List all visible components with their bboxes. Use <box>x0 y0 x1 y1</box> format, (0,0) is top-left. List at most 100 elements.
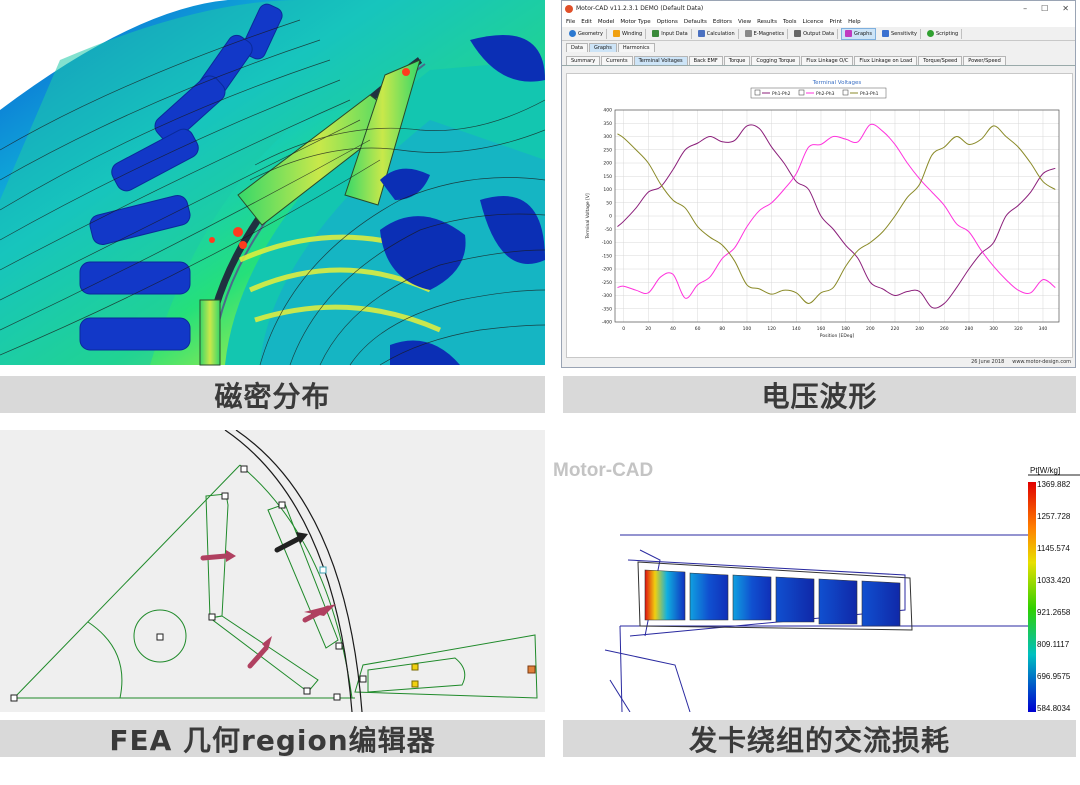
tab-power-speed[interactable]: Power/Speed <box>963 56 1006 65</box>
caption-fea-editor: FEA 几何region编辑器 <box>0 720 545 757</box>
tab-harmonics[interactable]: Harmonics <box>617 43 655 52</box>
menu-results[interactable]: Results <box>757 19 777 25</box>
x-tick-label: 220 <box>891 326 900 332</box>
y-tick-label: 50 <box>606 200 612 206</box>
colorbar-title: Pt[W/kg] <box>1030 466 1061 475</box>
legend-checkbox <box>798 89 805 96</box>
y-tick-label: 150 <box>603 174 612 180</box>
menu-tools[interactable]: Tools <box>783 19 797 25</box>
caption-voltage-waveform-text: 电压波形 <box>761 379 878 413</box>
toolbar-output-data-label: Output Data <box>803 30 835 37</box>
geometry-icon <box>569 30 576 37</box>
ac-loss-panel: Motor-CAD Pt[W/kg] 1369.882 1257.728 114… <box>550 430 1080 712</box>
calculation-icon <box>697 30 705 37</box>
x-tick-label: 340 <box>1039 326 1048 332</box>
x-tick-label: 160 <box>817 326 826 332</box>
caption-ac-loss-text: 发卡绕组的交流损耗 <box>688 723 950 757</box>
menu-help[interactable]: Help <box>848 19 861 25</box>
tab-torque-speed[interactable]: Torque/Speed <box>918 56 963 65</box>
tab-torque[interactable]: Torque <box>723 56 751 65</box>
toolbar-scripting-label: Scripting <box>936 30 959 37</box>
tab-flux-linkage-load[interactable]: Flux Linkage on Load <box>854 56 918 65</box>
series-line-ph1-ph2 <box>617 124 1056 309</box>
colorbar-label: 1033.420 <box>1037 576 1071 585</box>
output-data-icon <box>794 30 802 37</box>
colorbar-label: 809.1117 <box>1037 640 1070 649</box>
graph-tab-strip: Summary Currents Terminal Voltages Back … <box>562 52 1075 66</box>
toolbar-winding[interactable]: Winding <box>610 28 647 39</box>
toolbar-graphs-label: Graphs <box>854 30 872 37</box>
toolbar-calculation[interactable]: Calculation <box>695 28 739 39</box>
toolbar-graphs[interactable]: Graphs <box>841 27 876 40</box>
maximize-button[interactable]: ☐ <box>1041 4 1048 13</box>
tab-currents[interactable]: Currents <box>601 56 633 65</box>
toolbar-output-data[interactable]: Output Data <box>791 28 839 39</box>
menu-editors[interactable]: Editors <box>713 19 732 25</box>
sub-tab-strip: Data Graphs Harmonics <box>562 41 1075 52</box>
sensitivity-icon <box>881 30 889 37</box>
toolbar-scripting[interactable]: Scripting <box>924 28 963 39</box>
toolbar-input-data[interactable]: Input Data <box>649 28 692 39</box>
colorbar-label: 1257.728 <box>1037 512 1071 521</box>
menu-model[interactable]: Model <box>598 19 615 25</box>
menu-motor-type[interactable]: Motor Type <box>620 19 650 25</box>
tab-cogging-torque[interactable]: Cogging Torque <box>751 56 801 65</box>
menu-defaults[interactable]: Defaults <box>684 19 707 25</box>
colorbar <box>1028 482 1036 712</box>
colorbar-label: 1369.882 <box>1037 480 1071 489</box>
x-tick-label: 80 <box>719 326 725 332</box>
fea-geometry-editor <box>0 430 545 712</box>
close-button[interactable]: ✕ <box>1062 4 1069 13</box>
legend-entry: Ph3-Ph1 <box>860 91 879 97</box>
minimize-button[interactable]: – <box>1023 4 1027 13</box>
y-tick-label: 250 <box>603 147 612 153</box>
status-url: www.motor-design.com <box>1012 359 1071 365</box>
menu-print[interactable]: Print <box>829 19 842 25</box>
e-magnetics-icon <box>744 30 752 37</box>
toolbar-e-magnetics[interactable]: E-Magnetics <box>742 28 789 39</box>
x-tick-label: 20 <box>645 326 651 332</box>
toolbar-input-data-label: Input Data <box>661 30 688 37</box>
y-tick-label: -350 <box>602 306 612 312</box>
toolbar-geometry[interactable]: Geometry <box>566 28 607 39</box>
tab-back-emf[interactable]: Back EMF <box>688 56 723 65</box>
scripting-icon <box>927 30 934 37</box>
y-tick-label: -300 <box>602 293 612 299</box>
ac-loss-plot <box>604 474 1080 712</box>
x-tick-label: 140 <box>792 326 801 332</box>
tab-terminal-voltages[interactable]: Terminal Voltages <box>633 56 688 65</box>
tab-flux-linkage-oc[interactable]: Flux Linkage O/C <box>801 56 854 65</box>
menu-edit[interactable]: Edit <box>581 19 592 25</box>
y-tick-label: -250 <box>602 280 612 286</box>
tab-graphs[interactable]: Graphs <box>588 43 617 52</box>
flux-density-plot <box>0 0 545 366</box>
x-tick-label: 0 <box>622 326 625 332</box>
y-tick-label: -400 <box>602 320 612 326</box>
main-toolbar: Geometry Winding Input Data Calculation … <box>562 27 1075 41</box>
tab-summary[interactable]: Summary <box>566 56 601 65</box>
toolbar-sensitivity-label: Sensitivity <box>890 30 917 37</box>
winding-icon <box>612 30 620 37</box>
x-tick-label: 120 <box>767 326 776 332</box>
y-tick-label: 200 <box>603 161 612 167</box>
x-tick-label: 180 <box>841 326 850 332</box>
y-tick-label: -200 <box>602 267 612 273</box>
toolbar-sensitivity[interactable]: Sensitivity <box>879 28 921 39</box>
legend-checkbox <box>754 89 761 96</box>
menu-options[interactable]: Options <box>657 19 678 25</box>
y-tick-label: -150 <box>602 253 612 259</box>
terminal-voltage-chart: Terminal Voltages Ph1-Ph2 Ph2-Ph3 Ph3-Ph1 40… <box>566 73 1073 358</box>
menu-file[interactable]: File <box>566 19 575 25</box>
tab-data[interactable]: Data <box>566 43 588 52</box>
status-date: 26 June 2018 <box>971 359 1005 365</box>
caption-flux-density-text: 磁密分布 <box>214 379 331 413</box>
toolbar-geometry-label: Geometry <box>578 30 603 37</box>
menu-view[interactable]: View <box>738 19 751 25</box>
toolbar-e-magnetics-label: E-Magnetics <box>753 30 785 37</box>
colorbar-label: 1145.574 <box>1037 544 1070 553</box>
toolbar-winding-label: Winding <box>621 30 643 37</box>
x-tick-label: 320 <box>1014 326 1023 332</box>
window-title: Motor-CAD v11.2.3.1 DEMO (Default Data) <box>576 5 704 12</box>
menu-licence[interactable]: Licence <box>803 19 824 25</box>
colorbar-label: 584.8034 <box>1037 704 1071 712</box>
